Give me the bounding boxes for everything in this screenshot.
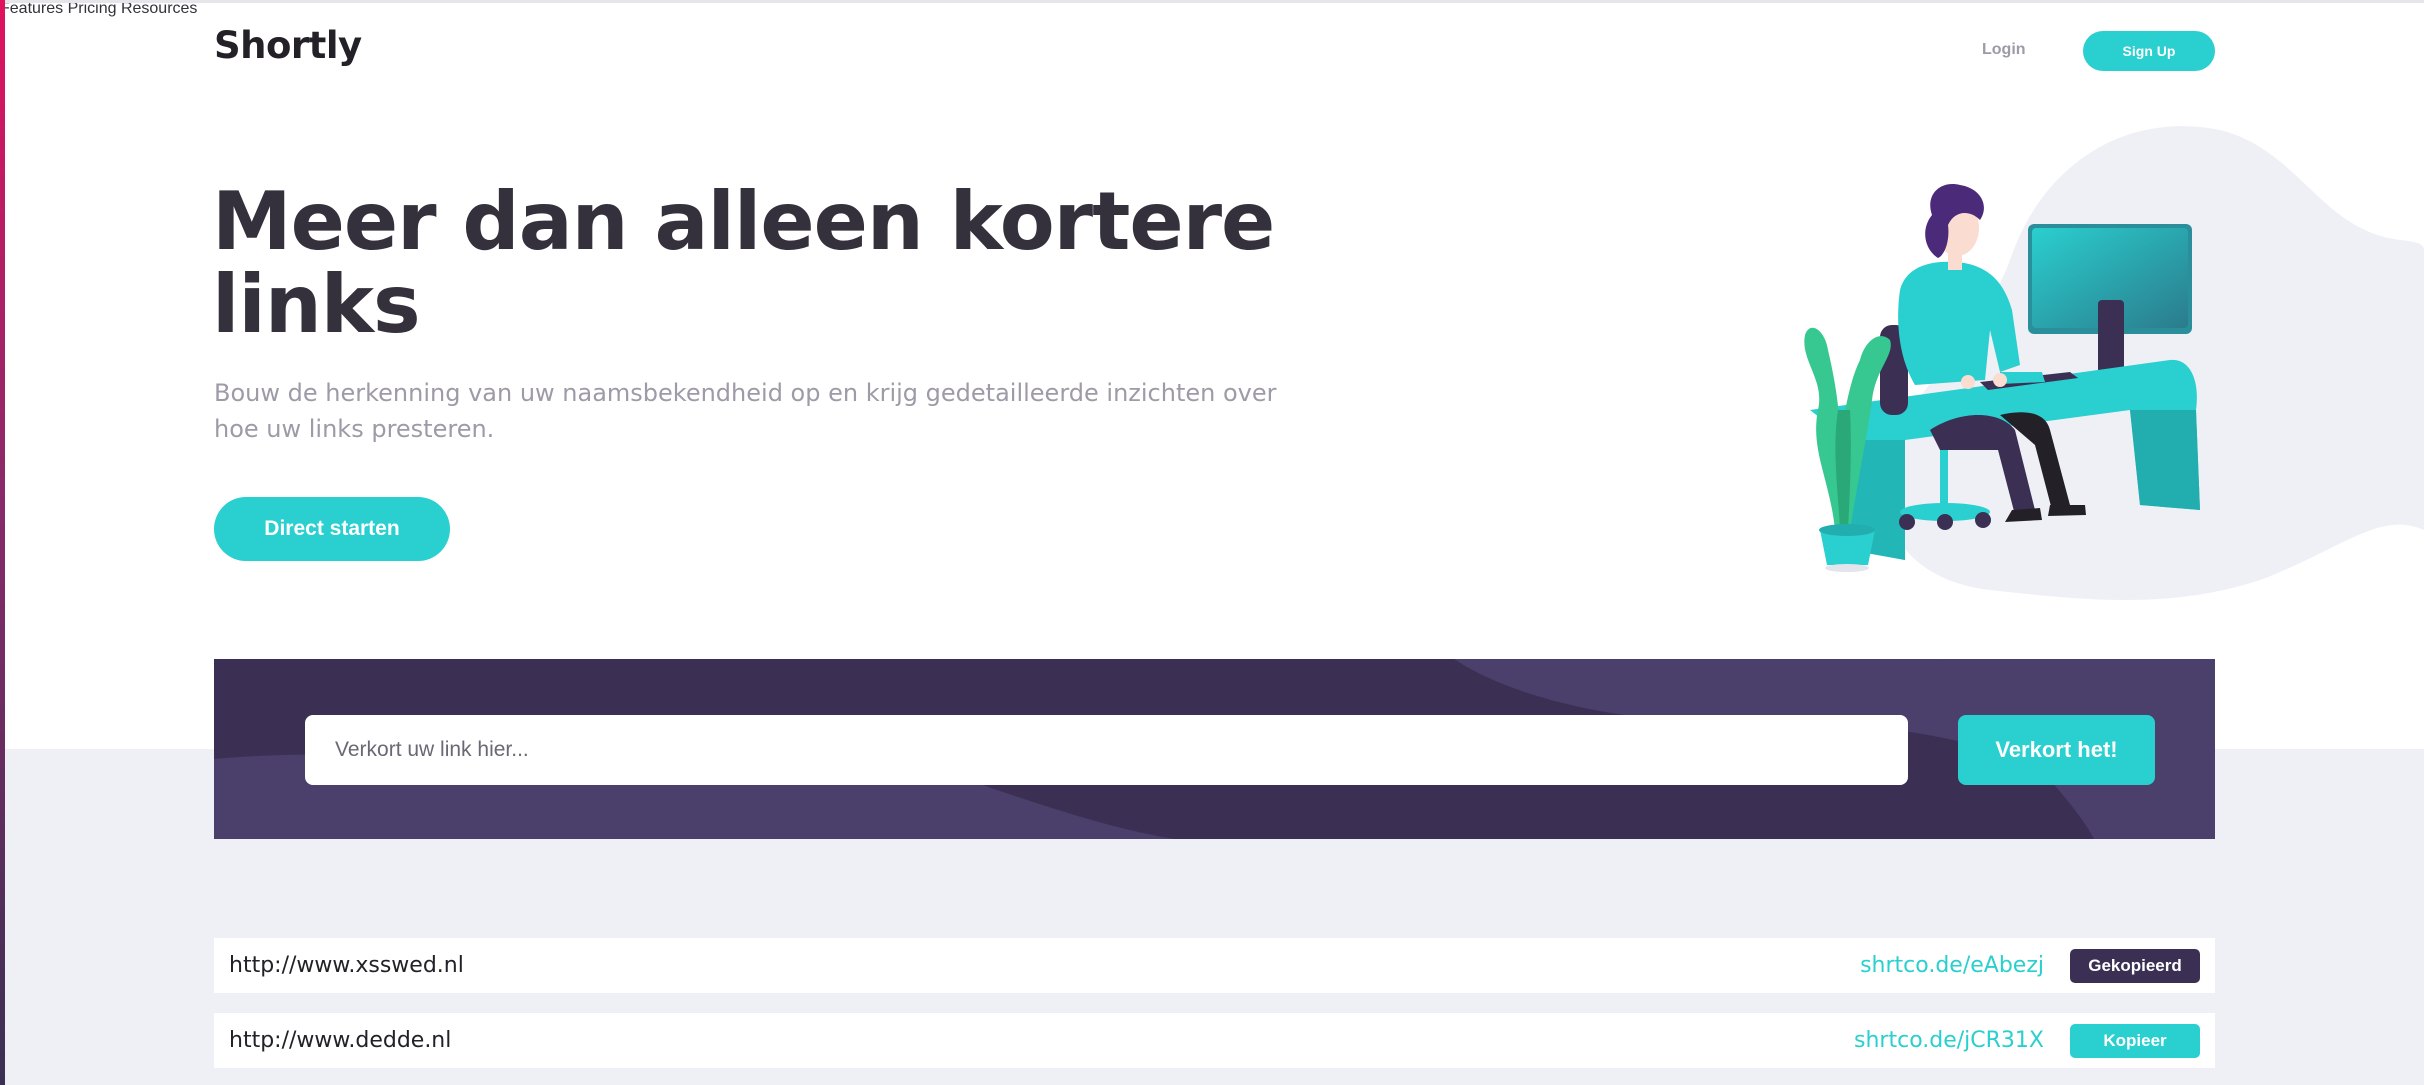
copy-button[interactable]: Gekopieerd [2070, 949, 2200, 983]
original-url: http://www.dedde.nl [229, 1028, 452, 1053]
short-url[interactable]: shrtco.de/eAbezj [1860, 938, 2044, 993]
hero-subtitle: Bouw de herkenning van uw naamsbekendhei… [214, 379, 1277, 443]
signup-button[interactable]: Sign Up [2083, 31, 2215, 71]
short-url[interactable]: shrtco.de/jCR31X [1854, 1013, 2044, 1068]
shorten-button[interactable]: Verkort het! [1958, 715, 2155, 785]
login-link[interactable]: Login [1982, 41, 2026, 59]
result-row: http://www.dedde.nl shrtco.de/jCR31X Kop… [214, 1013, 2215, 1068]
working-person-illustration [1804, 126, 2424, 601]
logo[interactable]: Shortly [214, 24, 362, 67]
result-row: http://www.xsswed.nl shrtco.de/eAbezj Ge… [214, 938, 2215, 993]
get-started-button[interactable]: Direct starten [214, 497, 450, 561]
original-url: http://www.xsswed.nl [229, 953, 464, 978]
shortener-box: Verkort het! [214, 659, 2215, 839]
hero-title: Meer dan alleen kortere links [212, 175, 1275, 351]
copy-button[interactable]: Kopieer [2070, 1024, 2200, 1058]
url-input[interactable] [305, 715, 1908, 785]
top-edge [0, 0, 2424, 3]
